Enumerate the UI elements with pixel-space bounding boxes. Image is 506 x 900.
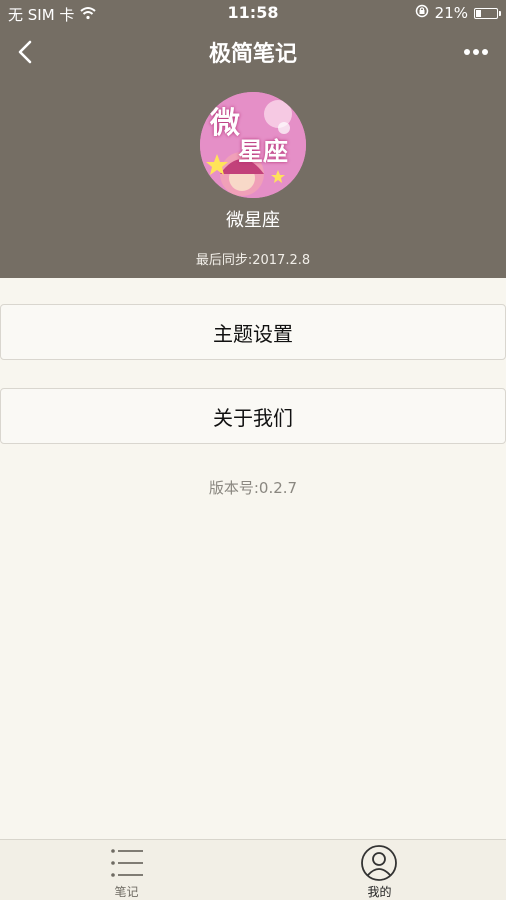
status-right: 21% xyxy=(415,4,501,22)
battery-percent: 21% xyxy=(434,4,468,22)
profile-header: 无 SIM 卡 11:58 21% 极简笔记 微 星座 微星座 最后同步:201… xyxy=(0,0,506,278)
tab-mine-label: 我的 xyxy=(367,885,392,899)
orientation-lock-icon xyxy=(415,4,429,22)
tab-bar: 笔记 我的 xyxy=(0,839,506,900)
avatar[interactable]: 微 星座 xyxy=(200,92,306,198)
username: 微星座 xyxy=(226,210,280,231)
theme-settings-label: 主题设置 xyxy=(213,321,293,346)
about-us-button[interactable]: 关于我们 xyxy=(0,388,506,444)
tab-notes[interactable]: 笔记 xyxy=(0,840,253,900)
about-us-label: 关于我们 xyxy=(213,405,293,430)
tab-mine[interactable]: 我的 xyxy=(253,840,506,900)
battery-icon xyxy=(474,7,501,19)
battery-level-fill xyxy=(476,9,481,17)
theme-settings-button[interactable]: 主题设置 xyxy=(0,304,506,360)
navigation-bar: 极简笔记 xyxy=(0,30,506,74)
more-button[interactable] xyxy=(456,36,496,68)
status-bar: 无 SIM 卡 11:58 21% xyxy=(0,0,506,26)
user-icon xyxy=(361,845,397,881)
more-dots-icon xyxy=(464,49,488,55)
list-icon xyxy=(111,849,143,877)
last-sync-text: 最后同步:2017.2.8 xyxy=(195,253,311,268)
page-title: 极简笔记 xyxy=(208,42,297,67)
tab-notes-label: 笔记 xyxy=(114,885,139,899)
avatar-text-bottom: 星座 xyxy=(238,137,289,166)
avatar-text-top: 微 xyxy=(210,106,240,141)
version-text: 版本号:0.2.7 xyxy=(208,479,298,497)
